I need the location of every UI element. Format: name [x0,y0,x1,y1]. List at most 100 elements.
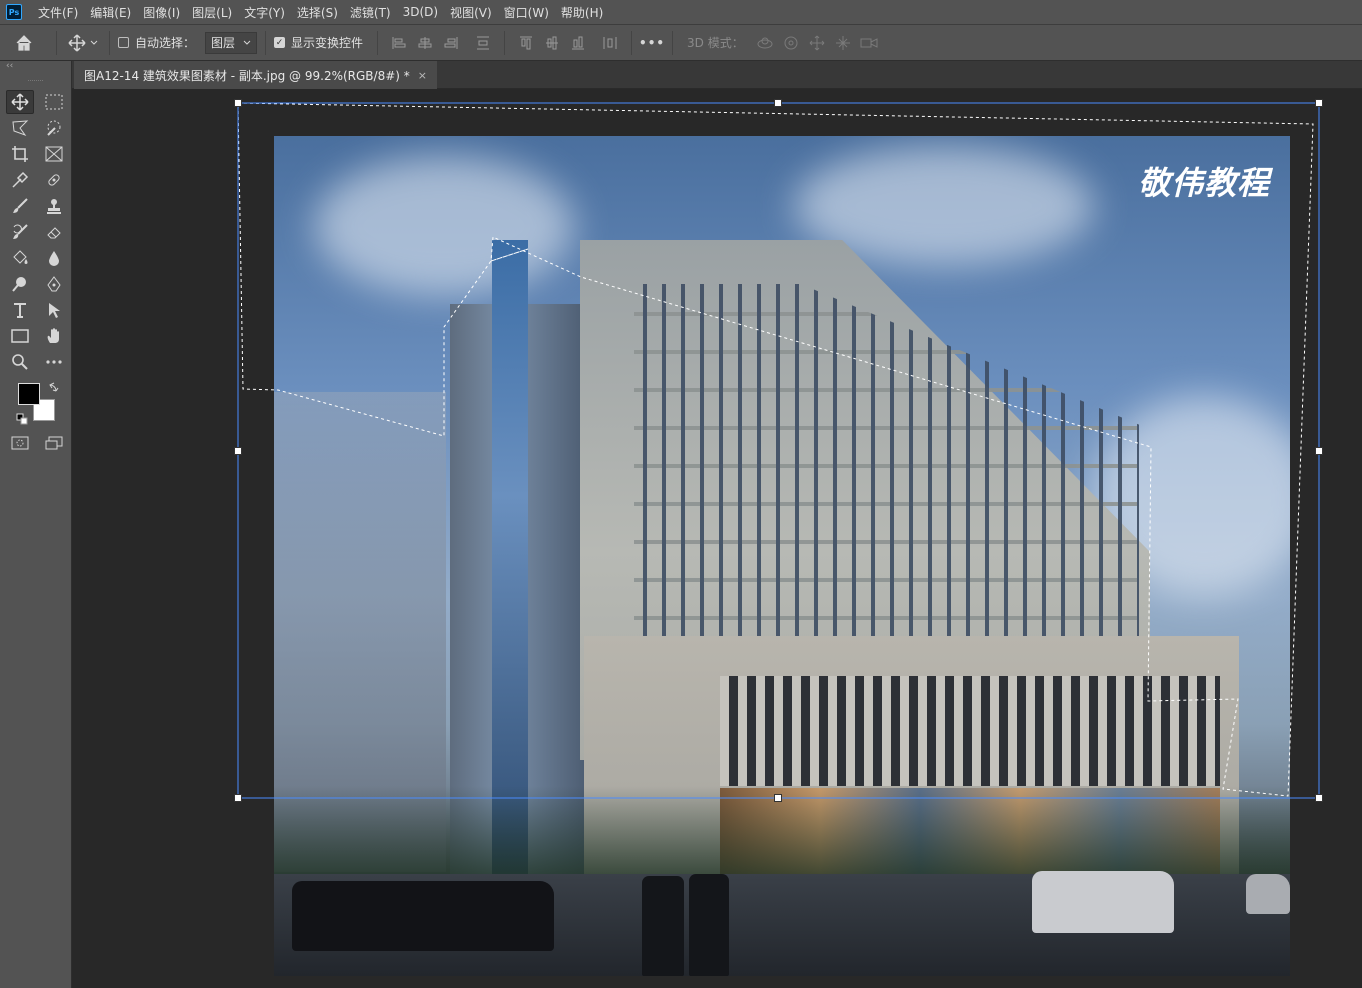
history-brush-tool[interactable] [6,220,34,244]
healing-brush-tool[interactable] [40,168,68,192]
edit-toolbar-button[interactable] [40,350,68,374]
brush-tool[interactable] [6,194,34,218]
slide-icon [835,35,850,50]
align-right-edges-button[interactable] [442,34,460,52]
menu-3d[interactable]: 3D(D) [397,5,444,19]
align-right-icon [444,36,458,49]
3d-orbit-button[interactable] [756,34,774,52]
crop-tool[interactable] [6,142,34,166]
pan-icon [809,35,825,50]
menu-view[interactable]: 视图(V) [444,4,498,21]
3d-roll-button[interactable] [782,34,800,52]
swap-colors-icon[interactable] [48,381,60,393]
auto-select-label: 自动选择： [135,36,196,50]
eraser-icon [47,227,61,239]
blur-tool[interactable] [40,246,68,270]
auto-select-checkbox[interactable]: 自动选择： [118,34,195,51]
quick-mask-icon [11,436,29,450]
align-bottom-edges-button[interactable] [569,34,587,52]
transform-handle-bottom-left[interactable] [234,794,242,802]
eyedropper-tool[interactable] [6,168,34,192]
foreground-color-swatch[interactable] [18,383,40,405]
3d-slide-button[interactable] [834,34,852,52]
default-colors-icon[interactable] [16,413,28,425]
transform-handle-top[interactable] [774,99,782,107]
toolbar-grip[interactable] [28,73,43,81]
type-icon [14,303,26,318]
frame-tool[interactable] [40,142,68,166]
close-tab-button[interactable]: × [418,69,427,82]
transform-handle-right[interactable] [1315,447,1323,455]
screen-mode-button[interactable] [40,431,68,455]
distribute-horizontal-button[interactable] [601,34,619,52]
align-vcenter-icon [546,36,559,49]
menu-help[interactable]: 帮助(H) [555,4,609,21]
menu-edit[interactable]: 编辑(E) [84,4,137,21]
orbit-icon [757,37,773,48]
divider [56,30,57,55]
canvas-area[interactable]: 敬伟教程 [73,89,1362,988]
paint-bucket-tool[interactable] [6,246,34,270]
menu-layer[interactable]: 图层(L) [186,4,238,21]
transform-handle-top-right[interactable] [1315,99,1323,107]
pen-icon [47,276,61,292]
rectangle-tool[interactable] [6,324,34,348]
3d-scale-button[interactable] [860,34,878,52]
move-tool[interactable] [6,90,34,114]
align-vertical-centers-button[interactable] [543,34,561,52]
show-transform-label: 显示变换控件 [291,36,364,50]
lasso-tool[interactable] [6,116,34,140]
building-windows [634,284,1139,654]
home-button[interactable] [0,30,48,56]
move-icon [68,33,86,52]
document-canvas[interactable]: 敬伟教程 [274,136,1290,976]
rectangle-icon [11,329,29,343]
tools-panel: ‹‹ [0,61,72,988]
quick-selection-tool[interactable] [40,116,68,140]
menu-type[interactable]: 文字(Y) [238,4,291,21]
hand-tool[interactable] [40,324,68,348]
collapse-toolbar-button[interactable]: ‹‹ [0,61,71,73]
transform-handle-bottom[interactable] [774,794,782,802]
move-icon [11,93,29,111]
menu-window[interactable]: 窗口(W) [498,4,555,21]
more-options-button[interactable]: ••• [639,30,664,56]
dodge-icon [12,277,26,292]
align-bottom-icon [572,36,585,49]
distribute-vertical-button[interactable] [474,34,492,52]
transform-handle-top-left[interactable] [234,99,242,107]
clone-stamp-tool[interactable] [40,194,68,218]
menu-filter[interactable]: 滤镜(T) [344,4,397,21]
path-selection-tool[interactable] [40,298,68,322]
show-transform-checkbox[interactable]: ✓ 显示变换控件 [274,34,363,51]
water-drop-icon [49,251,59,266]
paint-bucket-icon [13,250,28,264]
menu-image[interactable]: 图像(I) [137,4,186,21]
auto-select-check[interactable] [118,37,129,48]
rectangular-marquee-tool[interactable] [40,90,68,114]
document-tab[interactable]: 图A12-14 建筑效果图素材 - 副本.jpg @ 99.2%(RGB/8#)… [74,61,437,89]
menu-file[interactable]: 文件(F) [32,4,84,21]
frame-icon [45,146,63,162]
align-top-edges-button[interactable] [517,34,535,52]
more-icon [46,360,62,364]
zoom-tool[interactable] [6,350,34,374]
dodge-tool[interactable] [6,272,34,296]
transform-handle-bottom-right[interactable] [1315,794,1323,802]
type-tool[interactable] [6,298,34,322]
align-left-edges-button[interactable] [390,34,408,52]
align-horizontal-centers-button[interactable] [416,34,434,52]
move-tool-preset-button[interactable] [65,30,101,56]
hand-icon [47,328,59,343]
transform-handle-left[interactable] [234,447,242,455]
divider [109,30,110,55]
quick-mask-button[interactable] [6,431,34,455]
polygonal-lasso-icon [12,120,29,137]
screen-mode-icon [45,436,63,450]
menu-select[interactable]: 选择(S) [291,4,344,21]
pen-tool[interactable] [40,272,68,296]
show-transform-check[interactable]: ✓ [274,37,286,48]
eraser-tool[interactable] [40,220,68,244]
auto-select-target-dropdown[interactable]: 图层 [205,31,258,54]
3d-pan-button[interactable] [808,34,826,52]
